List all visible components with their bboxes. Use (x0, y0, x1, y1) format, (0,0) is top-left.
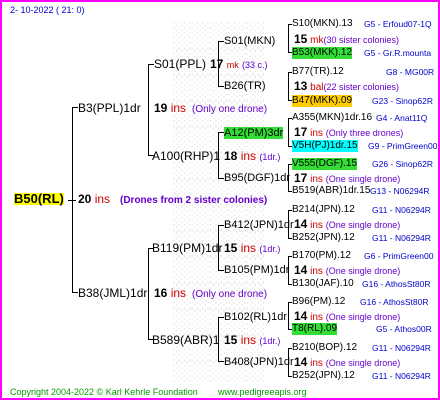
g3-label-1[interactable]: B26(TR) (224, 80, 266, 92)
g4-label-9[interactable]: B252(JPN).12 (292, 232, 355, 244)
g4-info-14: G11 - N06294R (372, 343, 431, 353)
g4-label-2[interactable]: B77(TR).12 (292, 66, 344, 78)
g4-label-1[interactable]: B53(MKK).12 (292, 47, 353, 59)
g4-label-12[interactable]: B96(PM).12 (292, 296, 345, 308)
root-ins: 20 ins (78, 193, 110, 205)
g2-label-3[interactable]: B589(ABR)1 (152, 334, 219, 346)
g3-label-4[interactable]: B412(JPN)1dr (224, 219, 294, 231)
g4-info-15: G11 - N06294R (372, 371, 431, 381)
root-ins-word: ins (94, 192, 111, 206)
g4-label-8[interactable]: B214(JPN).12 (292, 204, 355, 216)
g4-info-5: G9 - PrimGreen00 (368, 141, 438, 151)
root-label[interactable]: B50(RL) (14, 192, 64, 205)
g3-label-3[interactable]: B95(DGF)1dr (224, 172, 290, 184)
g4-info-13: G5 - Athos00R (376, 324, 432, 334)
date-stamp: 2- 10-2022 ( 21: 0) (10, 5, 85, 15)
g4-label-14[interactable]: B210(BOP).12 (292, 342, 357, 354)
root-note: (Drones from 2 sister colonies) (120, 195, 268, 206)
g1-note-1: (Only one drone) (192, 289, 268, 300)
g4-label-4[interactable]: A355(MKN)1dr.16 (292, 112, 372, 124)
g1-label-1[interactable]: B38(JML)1dr (78, 287, 147, 299)
g1-ins-1: 16 ins (154, 286, 187, 300)
g3-label-5[interactable]: B105(PM)1dr (224, 264, 289, 276)
g4-info-12: G16 - AthosSt80R (360, 297, 429, 307)
g4-label-6[interactable]: V555(DGF).15 (292, 158, 358, 170)
g4-info-7: G13 - N06294R (370, 186, 430, 196)
g4-info-8: G11 - N06294R (372, 205, 431, 215)
g3-ins-0: 15 mk(30 sister colonies) (294, 32, 400, 46)
g3-ins-1: 13 bal(22 sister colonies) (294, 79, 400, 93)
g4-info-9: G11 - N06294R (372, 233, 431, 243)
g4-label-13[interactable]: T8(RL).09 (292, 323, 338, 335)
g4-info-3: G23 - Sinop62R (372, 96, 433, 106)
g4-info-1: G5 - Gr.R.mounta (364, 48, 432, 58)
g3-ins-6: 14 ins (One single drone) (294, 309, 401, 323)
g2-ins-1: 18 ins (1dr.) (224, 149, 281, 163)
g3-label-2[interactable]: A12(PM)3dr (224, 127, 284, 139)
g3-ins-4: 14 ins (One single drone) (294, 217, 401, 231)
g4-info-0: G5 - Erfoud07-1Q (364, 19, 432, 29)
g4-label-11[interactable]: B130(JAF).10 (292, 278, 354, 290)
g2-ins-3: 15 ins (1dr.) (224, 333, 281, 347)
g2-label-0[interactable]: S01(PPL) (154, 58, 206, 70)
g3-label-7[interactable]: B408(JPN)1dr (224, 356, 294, 368)
g3-ins-5: 14 ins (One single drone) (294, 263, 401, 277)
g1-label-0[interactable]: B3(PPL)1dr (78, 102, 141, 114)
g4-info-4: G4 - Anat11Q (376, 113, 428, 123)
g4-info-11: G16 - AthosSt80R (362, 279, 431, 289)
g3-label-0[interactable]: S01(MKN) (224, 35, 275, 47)
g2-label-2[interactable]: B119(PM)1dr (152, 242, 222, 254)
g4-label-0[interactable]: S10(MKN).13 (292, 18, 353, 30)
copyright-text: Copyright 2004-2022 © Karl Kehrle Founda… (10, 387, 198, 397)
g4-label-5[interactable]: V5H(PJ)1dr.15 (292, 140, 358, 152)
g4-label-7[interactable]: B519(ABR)1dr.15 (292, 185, 370, 197)
g4-info-6: G26 - Sinop62R (372, 159, 433, 169)
g4-info-2: G8 - MG00R (386, 67, 435, 77)
g4-label-15[interactable]: B252(JPN).12 (292, 370, 355, 382)
g2-ins-2: 15 ins (1dr.) (224, 241, 281, 255)
g3-ins-2: 17 ins (Only three drones) (294, 125, 404, 139)
g3-ins-3: 17 ins (One single drone) (294, 171, 401, 185)
website-link[interactable]: www.pedigreeapis.org (218, 386, 307, 398)
g1-ins-0: 19 ins (154, 101, 187, 115)
g2-label-1[interactable]: A100(RHP)1 (152, 150, 220, 162)
pedigree-frame: ░░░░░ ░░░░░ ░░░░░ ░░░░░ ░░░░░ ░░░░░ ░░░░░ ░░░░░… (0, 0, 440, 400)
g4-label-10[interactable]: B170(PM).12 (292, 250, 351, 262)
g1-note-0: (Only one drone) (192, 104, 268, 115)
g4-label-3[interactable]: B47(MKK).09 (292, 95, 353, 107)
g4-info-10: G6 - PrimGreen00 (364, 251, 434, 261)
g3-label-6[interactable]: B102(RL)1dr (224, 311, 287, 323)
root-ins-num: 20 (78, 192, 92, 206)
g3-ins-7: 14 ins (One single drone) (294, 355, 401, 369)
